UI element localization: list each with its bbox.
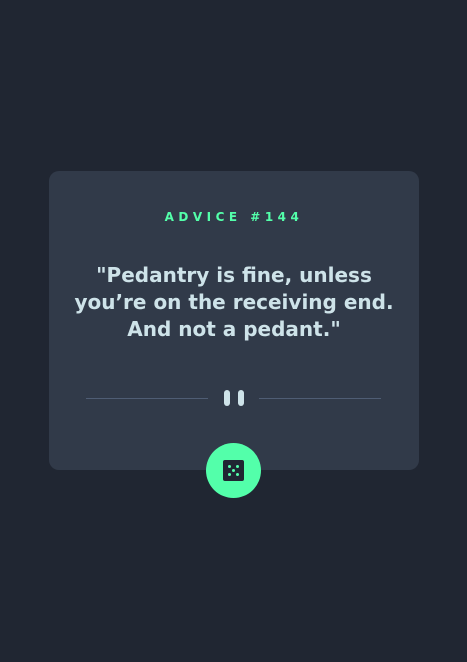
advice-quote: "Pedantry is fine, unless you’re on the … [74, 263, 394, 341]
divider-line-right [259, 398, 381, 399]
pause-icon [223, 390, 244, 406]
divider-line-left [86, 398, 208, 399]
dice-icon [223, 460, 244, 481]
advice-card: ADVICE #144 "Pedantry is fine, unless yo… [49, 171, 419, 498]
advice-id-label: ADVICE #144 [164, 210, 304, 224]
new-advice-button[interactable] [206, 443, 261, 498]
pattern-divider [86, 388, 381, 408]
